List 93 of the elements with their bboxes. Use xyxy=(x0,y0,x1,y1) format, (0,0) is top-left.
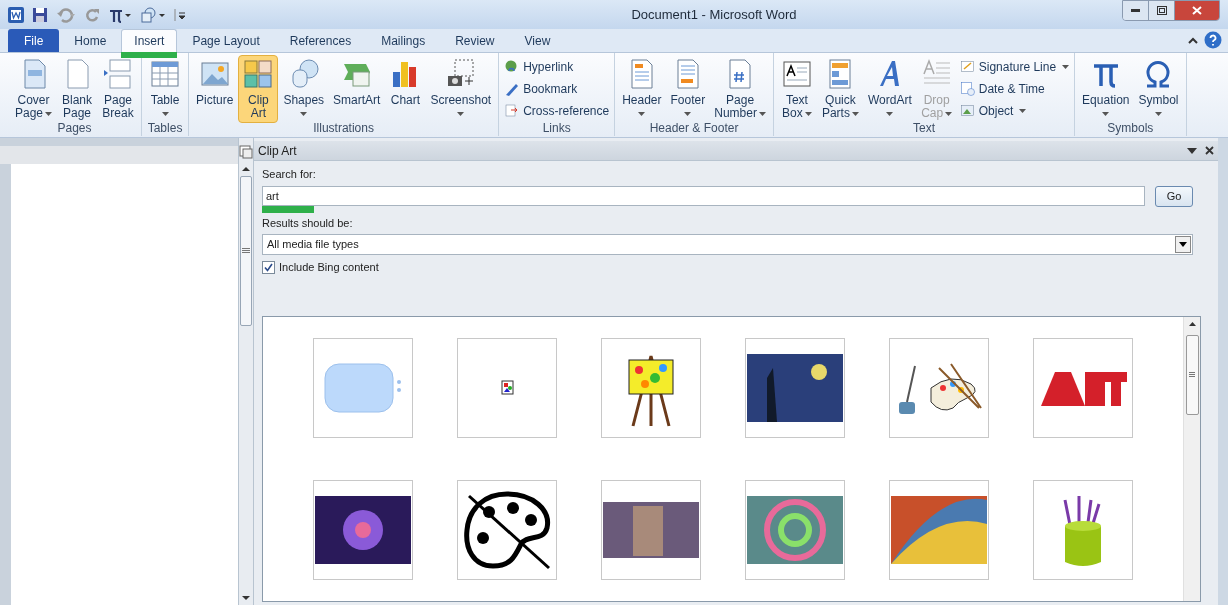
scrollbar-thumb[interactable] xyxy=(1185,334,1199,415)
caret-icon xyxy=(161,111,169,116)
caret-icon xyxy=(45,111,53,116)
ribbon-button[interactable]: Date & Time xyxy=(957,78,1072,100)
group-label: Pages xyxy=(56,121,93,136)
ribbon-button[interactable]: Screenshot xyxy=(426,55,496,123)
caret-icon xyxy=(758,111,766,116)
ribbon-button[interactable]: Bookmark xyxy=(502,78,612,100)
ribbon-tab[interactable]: Mailings xyxy=(366,29,441,52)
go-button[interactable]: Go xyxy=(1155,185,1193,207)
caret-icon xyxy=(684,111,692,116)
minimize-button[interactable] xyxy=(1123,1,1149,20)
ribbon-button[interactable]: Signature Line xyxy=(957,56,1072,78)
caret-icon xyxy=(945,111,953,116)
caret-icon xyxy=(851,111,859,116)
ribbon-button[interactable]: Blank Page xyxy=(57,55,98,123)
group-label: Text xyxy=(912,121,936,136)
save-icon[interactable] xyxy=(32,6,48,23)
caret-icon xyxy=(1019,109,1027,113)
help-icon[interactable] xyxy=(1204,31,1222,49)
customize-toolbar-icon[interactable] xyxy=(174,6,186,23)
ribbon-button[interactable]: Chart xyxy=(385,55,426,123)
collapse-ribbon-icon[interactable] xyxy=(1188,36,1198,44)
group-label: Links xyxy=(541,121,572,136)
ribbon-button[interactable]: Cover Page xyxy=(11,55,57,123)
object-icon xyxy=(959,103,976,119)
close-icon xyxy=(1192,6,1202,15)
grip-icon xyxy=(242,248,250,254)
ribbon-button[interactable]: Table xyxy=(145,55,186,123)
signature-icon xyxy=(959,59,976,75)
caret-icon xyxy=(300,111,308,116)
highlight-mark xyxy=(121,52,178,58)
dropdown-icon[interactable] xyxy=(1187,147,1197,154)
group-label: Header & Footer xyxy=(648,121,740,136)
clip-art-icon xyxy=(242,58,275,90)
ribbon-button[interactable]: Header xyxy=(618,55,666,123)
search-field[interactable]: art xyxy=(262,186,1145,206)
text-box-icon xyxy=(780,58,813,90)
ribbon-tab[interactable]: Home xyxy=(59,29,122,52)
highlight-mark xyxy=(262,206,314,213)
bookmark-icon xyxy=(504,81,521,97)
media-type-dropdown[interactable]: All media file types xyxy=(262,234,1193,255)
ribbon-tab[interactable]: Review xyxy=(440,29,510,52)
caret-icon xyxy=(1155,111,1162,116)
ribbon-tab[interactable]: Insert xyxy=(121,29,178,52)
ribbon-button[interactable]: Symbol xyxy=(1134,55,1183,123)
calendar-clock-icon xyxy=(959,81,976,97)
dropdown-icon xyxy=(1179,242,1187,247)
ribbon-button[interactable]: Clip Art xyxy=(238,55,279,123)
caret-icon xyxy=(1102,111,1110,116)
pane-title: Clip Art xyxy=(258,142,297,160)
ribbon-tab[interactable]: View xyxy=(509,29,566,52)
scroll-up-icon[interactable] xyxy=(1187,319,1197,329)
field-label: Search for: xyxy=(262,167,317,182)
table-icon xyxy=(149,58,182,90)
restore-icon xyxy=(1156,6,1167,15)
ribbon-button[interactable]: WordArt xyxy=(863,55,916,123)
window-title: Document1 - Microsoft Word xyxy=(631,5,797,24)
ribbon-button[interactable]: Picture xyxy=(192,55,238,123)
caret-icon xyxy=(1062,65,1070,69)
file-tab[interactable]: File xyxy=(8,29,60,52)
shapes-icon[interactable] xyxy=(140,6,166,23)
ribbon-button[interactable]: SmartArt xyxy=(329,55,385,123)
ribbon-button[interactable]: Shapes xyxy=(279,55,329,123)
caret-icon xyxy=(457,111,465,116)
ribbon-button[interactable]: Equation xyxy=(1078,55,1134,123)
restore-button[interactable] xyxy=(1149,1,1175,20)
ribbon-button[interactable]: Object xyxy=(957,100,1072,122)
ribbon-button[interactable]: Page Number xyxy=(710,55,770,123)
group-label: Illustrations xyxy=(312,121,375,136)
group-label: Symbols xyxy=(1106,121,1155,136)
minimize-icon xyxy=(1131,9,1140,12)
ribbon-tab[interactable]: References xyxy=(274,29,367,52)
field-label: Results should be: xyxy=(262,215,354,231)
ribbon-button[interactable]: Hyperlink xyxy=(502,56,612,78)
group-label: Tables xyxy=(146,121,184,136)
word-app-icon[interactable] xyxy=(8,6,24,23)
ribbon-button[interactable]: Page Break xyxy=(98,55,139,123)
ribbon-button[interactable]: Footer xyxy=(666,55,710,123)
caret-icon xyxy=(886,111,894,116)
grip-icon xyxy=(1189,371,1195,378)
scrollbar-thumb[interactable] xyxy=(240,176,252,326)
ribbon-button[interactable]: Quick Parts xyxy=(817,55,863,123)
caret-icon xyxy=(638,111,646,116)
ribbon-button[interactable]: Cross-reference xyxy=(502,100,612,122)
checkbox-label: Include Bing content xyxy=(279,260,379,275)
ribbon-button[interactable]: Text Box xyxy=(776,55,817,123)
close-button[interactable] xyxy=(1175,1,1219,20)
checkbox[interactable] xyxy=(262,260,275,274)
caret-icon xyxy=(804,111,812,116)
ribbon-tab[interactable]: Page Layout xyxy=(177,29,275,52)
close-icon[interactable] xyxy=(1205,146,1214,155)
checkmark-icon xyxy=(264,262,273,272)
